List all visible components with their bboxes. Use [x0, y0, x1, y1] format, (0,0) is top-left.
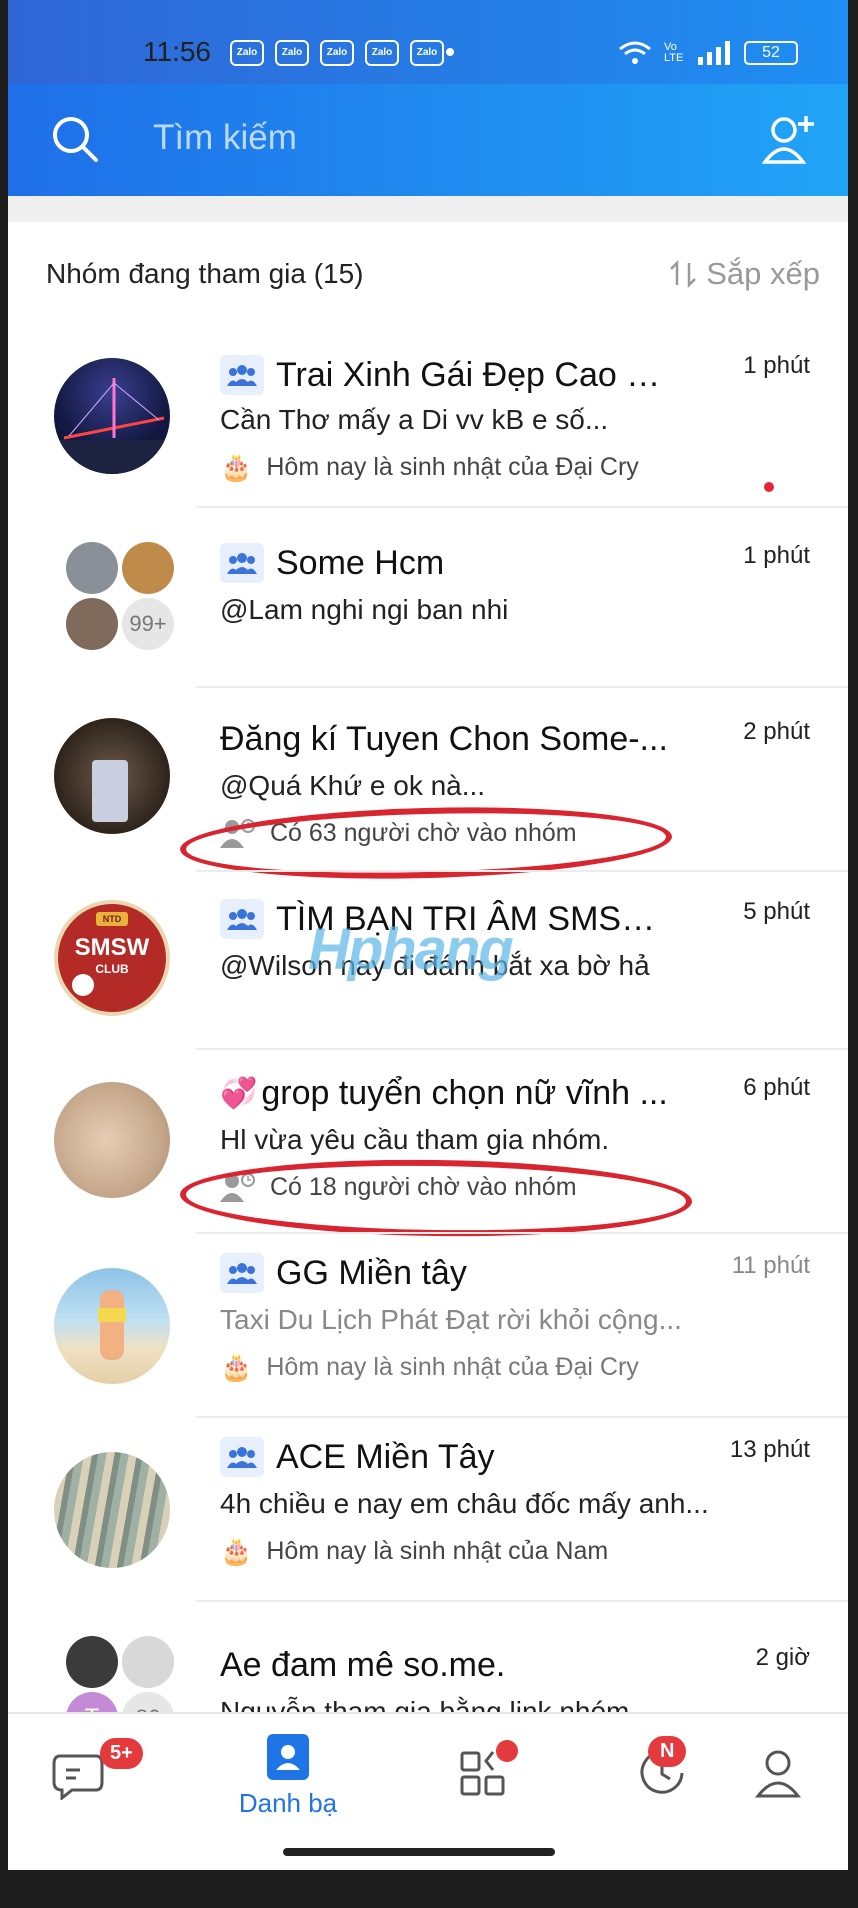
birthday-notice: 🎂 Hôm nay là sinh nhật của Đại Cry — [220, 452, 639, 482]
group-name: Some Hcm — [220, 538, 673, 588]
zalo-notification-icon: Zalo — [365, 40, 399, 66]
sort-button[interactable]: Sắp xếp — [668, 256, 820, 292]
phone-screen: 11:56 Zalo Zalo Zalo Zalo Zalo Vo LTE 52… — [8, 0, 848, 1870]
add-friend-icon[interactable] — [762, 114, 818, 166]
group-name: Đăng kí Tuyen Chon Some-... — [220, 719, 668, 758]
group-icon — [220, 1253, 264, 1293]
search-icon[interactable] — [50, 114, 100, 164]
list-item[interactable]: 💞 grop tuyển chọn nữ vĩnh ... 6 phút Hl … — [8, 1050, 848, 1240]
nav-profile[interactable] — [694, 1714, 848, 1844]
annotation-circle — [179, 1156, 693, 1240]
message-time: 1 phút — [743, 542, 810, 569]
notification-dot — [496, 1740, 518, 1762]
zalo-notification-icon: Zalo — [320, 40, 354, 66]
new-badge: N — [648, 1736, 687, 1767]
list-item[interactable]: Trai Xinh Gái Đẹp Cao L... 1 phút Cần Th… — [8, 338, 848, 508]
list-item[interactable]: 99+ Some Hcm 1 phút @Lam nghi ngi ban nh… — [8, 508, 848, 688]
zalo-notification-icon: Zalo — [410, 40, 444, 66]
list-item[interactable]: ACE Miền Tây 13 phút 4h chiều e nay em c… — [8, 1418, 848, 1602]
avatar: NTD SMSW CLUB — [54, 900, 170, 1016]
unread-badge: 5+ — [100, 1738, 143, 1769]
message-time: 5 phút — [743, 898, 810, 925]
bottom-nav: 5+ Danh bạ N — [8, 1712, 848, 1870]
message-time: 13 phút — [729, 1436, 810, 1463]
avatar — [54, 718, 170, 834]
nav-messages[interactable]: 5+ — [8, 1714, 176, 1844]
status-bar: 11:56 Zalo Zalo Zalo Zalo Zalo Vo LTE 52 — [8, 0, 848, 84]
cake-icon: 🎂 — [220, 1536, 253, 1566]
member-count: 99+ — [122, 598, 174, 650]
search-input[interactable]: Tìm kiếm — [153, 118, 297, 158]
battery-icon: 52 — [744, 41, 798, 65]
nav-contacts[interactable]: Danh bạ — [204, 1714, 372, 1844]
club-subtitle: CLUB — [95, 962, 129, 976]
wifi-icon — [619, 41, 651, 64]
avatar — [54, 1452, 170, 1568]
search-bar: Tìm kiếm — [8, 84, 848, 196]
last-message: @Lam nghi ngi ban nhi — [220, 594, 509, 625]
member-avatar — [66, 1636, 118, 1688]
divider — [8, 196, 848, 222]
last-message: Hl vừa yêu cầu tham gia nhóm. — [220, 1124, 610, 1155]
unread-dot — [764, 482, 774, 492]
sort-label: Sắp xếp — [706, 256, 820, 291]
sort-icon — [670, 259, 697, 289]
avatar — [54, 1268, 170, 1384]
avatar — [54, 1082, 170, 1198]
zalo-notification-icon: Zalo — [230, 40, 264, 66]
message-time: 11 phút — [731, 1252, 810, 1279]
list-item[interactable]: Đăng kí Tuyen Chon Some-... 2 phút @Quá … — [8, 688, 848, 885]
cake-icon: 🎂 — [220, 452, 253, 482]
group-list: Trai Xinh Gái Đẹp Cao L... 1 phút Cần Th… — [8, 338, 848, 1744]
group-avatar-collage: 99+ — [66, 542, 178, 654]
group-icon — [220, 899, 264, 939]
birthday-notice: 🎂 Hôm nay là sinh nhật của Nam — [220, 1536, 609, 1566]
group-icon — [220, 543, 264, 583]
notification-icons: Zalo Zalo Zalo Zalo Zalo — [230, 40, 444, 66]
chat-icon — [52, 1754, 104, 1800]
group-icon — [220, 355, 264, 395]
volte-label: Vo LTE — [664, 41, 684, 64]
contacts-icon — [267, 1734, 309, 1780]
last-message: Taxi Du Lịch Phát Đạt rời khỏi cộng... — [220, 1304, 682, 1335]
status-right: Vo LTE 52 — [618, 40, 798, 66]
message-time: 2 phút — [743, 718, 810, 745]
message-time: 1 phút — [743, 352, 810, 379]
avatar — [54, 358, 170, 474]
message-time: 2 giờ — [755, 1644, 810, 1671]
member-avatar — [122, 542, 174, 594]
nav-discover[interactable] — [400, 1714, 568, 1844]
person-icon — [754, 1750, 802, 1798]
group-name: ACE Miền Tây — [220, 1432, 673, 1482]
home-indicator[interactable] — [283, 1848, 555, 1856]
list-item[interactable]: GG Miền tây 11 phút Taxi Du Lịch Phát Đạ… — [8, 1234, 848, 1418]
group-name: Trai Xinh Gái Đẹp Cao L... — [220, 350, 673, 400]
member-avatar — [122, 1636, 174, 1688]
cake-icon: 🎂 — [220, 1352, 253, 1382]
more-notifications-dot — [446, 48, 454, 56]
signal-icon — [698, 41, 730, 65]
member-avatar — [66, 598, 118, 650]
group-name: Ae đam mê so.me. — [220, 1645, 506, 1684]
group-icon — [220, 1437, 264, 1477]
birthday-notice: 🎂 Hôm nay là sinh nhật của Đại Cry — [220, 1352, 639, 1382]
last-message: @Quá Khứ e ok nà... — [220, 770, 486, 801]
club-name: SMSW — [74, 934, 150, 961]
last-message: 4h chiều e nay em châu đốc mấy anh... — [220, 1488, 709, 1519]
hearts-emoji: 💞 — [220, 1076, 258, 1110]
member-avatar — [66, 542, 118, 594]
message-time: 6 phút — [743, 1074, 810, 1101]
section-header: Nhóm đang tham gia (15) Sắp xếp — [8, 222, 848, 328]
nav-label: Danh bạ — [238, 1788, 338, 1818]
group-name: GG Miền tây — [220, 1248, 673, 1298]
last-message: Cần Thơ mấy a Di vv kB e số... — [220, 404, 609, 435]
group-name: 💞 grop tuyển chọn nữ vĩnh ... — [220, 1073, 668, 1112]
watermark: Hphang — [308, 917, 514, 982]
section-title: Nhóm đang tham gia (15) — [46, 258, 364, 289]
club-badge: NTD — [96, 912, 128, 926]
zalo-notification-icon: Zalo — [275, 40, 309, 66]
